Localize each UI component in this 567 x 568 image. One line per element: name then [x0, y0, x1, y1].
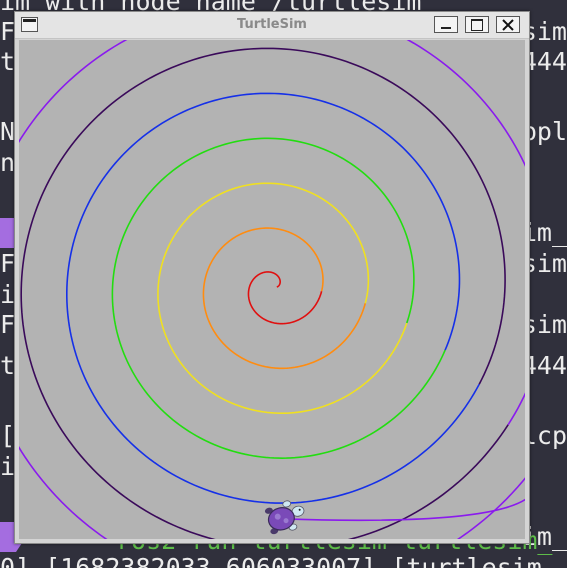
window-menu-icon[interactable]: [21, 17, 38, 32]
turtlesim-canvas: [19, 40, 525, 539]
spiral-segment: [247, 271, 323, 325]
terminal-text-left: i: [0, 452, 16, 481]
terminal-text-left: t: [0, 47, 16, 76]
spiral-segment: [20, 47, 509, 539]
close-button[interactable]: [496, 16, 520, 33]
simulation-drawing: [19, 40, 525, 539]
terminal-text-left: [: [0, 421, 16, 450]
minimize-button[interactable]: [434, 16, 458, 33]
terminal-text-left: t: [0, 351, 16, 380]
maximize-button[interactable]: [465, 16, 489, 33]
turtlesim-window[interactable]: TurtleSim: [14, 11, 530, 544]
terminal-text-left: n: [0, 148, 16, 177]
spiral-segment: [157, 182, 408, 415]
spiral-segment: [202, 227, 367, 370]
spiral-tail: [281, 498, 525, 522]
spiral-segment: [65, 92, 480, 504]
window-titlebar[interactable]: TurtleSim: [15, 12, 529, 39]
close-icon: [502, 19, 514, 31]
spiral-segment: [19, 40, 525, 539]
terminal-text-left: N: [0, 117, 16, 146]
spiral-segment: [111, 137, 446, 459]
